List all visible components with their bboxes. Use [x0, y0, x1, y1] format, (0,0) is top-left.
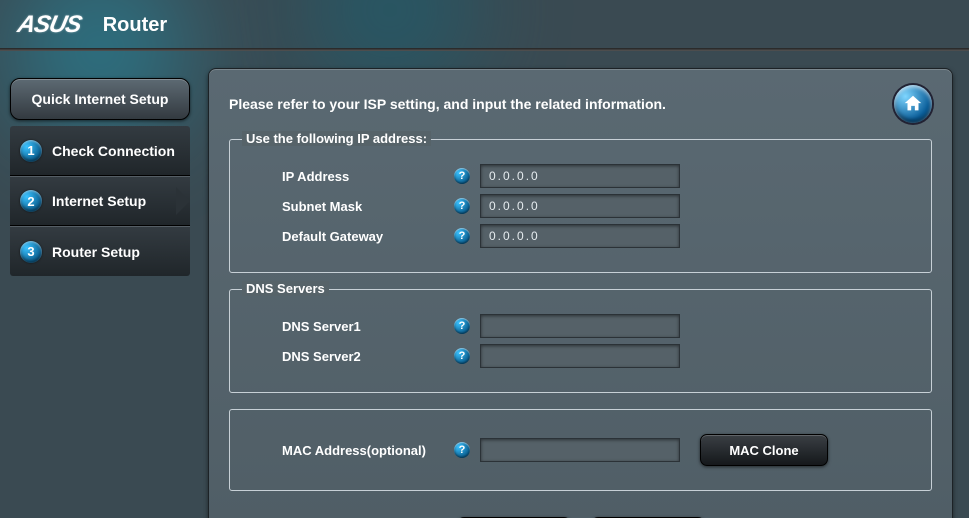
- sidebar-item-label: Internet Setup: [52, 193, 146, 209]
- sidebar-item-check-connection[interactable]: 1 Check Connection: [10, 126, 190, 176]
- help-icon[interactable]: ?: [454, 228, 470, 244]
- mac-address-input[interactable]: [480, 438, 680, 462]
- step-number-badge: 3: [20, 241, 42, 263]
- help-icon[interactable]: ?: [454, 348, 470, 364]
- panel-hint: Please refer to your ISP setting, and in…: [229, 96, 666, 112]
- sidebar: Quick Internet Setup 1 Check Connection …: [0, 58, 198, 518]
- group-legend: DNS Servers: [242, 281, 329, 296]
- sidebar-item-label: Router Setup: [52, 244, 140, 260]
- main-panel: Please refer to your ISP setting, and in…: [208, 68, 953, 518]
- ip-address-input[interactable]: [480, 164, 680, 188]
- dns2-input[interactable]: [480, 344, 680, 368]
- dns-settings-group: DNS Servers DNS Server1 ? DNS Server2 ?: [229, 289, 932, 393]
- sidebar-item-label: Check Connection: [52, 143, 175, 159]
- help-icon[interactable]: ?: [454, 198, 470, 214]
- group-legend: Use the following IP address:: [242, 131, 431, 146]
- default-gateway-input[interactable]: [480, 224, 680, 248]
- sidebar-item-router-setup[interactable]: 3 Router Setup: [10, 226, 190, 276]
- dns2-label: DNS Server2: [254, 349, 454, 364]
- help-icon[interactable]: ?: [454, 168, 470, 184]
- home-button[interactable]: [894, 85, 932, 123]
- ip-settings-group: Use the following IP address: IP Address…: [229, 139, 932, 273]
- subnet-mask-input[interactable]: [480, 194, 680, 218]
- mac-settings-group: MAC Address(optional) ? MAC Clone: [229, 409, 932, 491]
- ip-address-label: IP Address: [254, 169, 454, 184]
- mac-clone-button[interactable]: MAC Clone: [700, 434, 828, 466]
- home-icon: [902, 93, 924, 115]
- step-number-badge: 1: [20, 140, 42, 162]
- dns1-label: DNS Server1: [254, 319, 454, 334]
- subnet-mask-label: Subnet Mask: [254, 199, 454, 214]
- header: ASUS Router: [0, 0, 969, 50]
- dns1-input[interactable]: [480, 314, 680, 338]
- sidebar-heading: Quick Internet Setup: [10, 78, 190, 120]
- help-icon[interactable]: ?: [454, 318, 470, 334]
- page-title: Router: [103, 14, 167, 37]
- brand-logo: ASUS: [15, 11, 84, 39]
- step-number-badge: 2: [20, 190, 42, 212]
- help-icon[interactable]: ?: [454, 442, 470, 458]
- default-gateway-label: Default Gateway: [254, 229, 454, 244]
- sidebar-item-internet-setup[interactable]: 2 Internet Setup: [10, 176, 190, 226]
- mac-address-label: MAC Address(optional): [254, 443, 454, 458]
